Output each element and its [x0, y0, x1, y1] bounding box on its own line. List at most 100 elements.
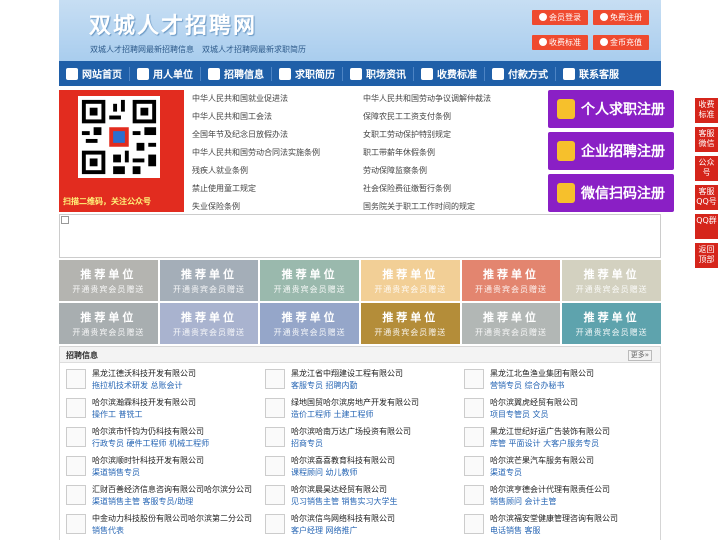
- company-name-link[interactable]: 黑龙江世纪好运广告装饰有限公司: [490, 426, 610, 437]
- law-link[interactable]: 全国年节及纪念日放假办法: [192, 129, 288, 140]
- company-name-link[interactable]: 绿地国贸哈尔滨房地产开发有限公司: [291, 397, 419, 408]
- recommended-unit-tile[interactable]: 推荐单位 开通贵宾会员赠送: [461, 260, 561, 301]
- job-positions-link[interactable]: 渠道销售主管 客服专员/助理: [92, 496, 193, 507]
- company-name-link[interactable]: 哈尔滨瀚霖科技开发有限公司: [92, 397, 196, 408]
- recommended-unit-tile[interactable]: 推荐单位 开通贵宾会员赠送: [360, 303, 460, 344]
- float-button[interactable]: QQ群: [695, 214, 718, 239]
- company-logo[interactable]: [265, 514, 285, 534]
- company-name-link[interactable]: 黑龙江德沃科技开发有限公司: [92, 368, 196, 379]
- company-name-link[interactable]: 黑龙江北鱼渔业集团有限公司: [490, 368, 594, 379]
- company-name-link[interactable]: 哈尔滨顺时针科技开发有限公司: [92, 455, 204, 466]
- job-positions-link[interactable]: 拖拉机技术研发 总账会计: [92, 380, 183, 391]
- company-name-link[interactable]: 哈尔滨喜喜教育科技有限公司: [291, 455, 395, 466]
- law-link[interactable]: 保障农民工工资支付条例: [363, 111, 451, 122]
- more-link[interactable]: 更多»: [627, 350, 652, 361]
- nav-resumes[interactable]: 求职简历: [272, 61, 342, 86]
- job-positions-link[interactable]: 电话销售 客服: [490, 525, 541, 536]
- law-link[interactable]: 中华人民共和国就业促进法: [192, 93, 288, 104]
- law-link[interactable]: 禁止使用童工规定: [192, 183, 256, 194]
- job-positions-link[interactable]: 招商专员: [291, 438, 323, 449]
- nav-payment[interactable]: 付款方式: [485, 61, 555, 86]
- law-link[interactable]: 职工带薪年休假条例: [363, 147, 435, 158]
- wechat-register-button[interactable]: 微信扫码注册: [548, 174, 674, 212]
- law-link[interactable]: 失业保险条例: [192, 201, 240, 212]
- float-button[interactable]: 返回顶部: [695, 243, 718, 268]
- company-logo[interactable]: [265, 398, 285, 418]
- company-logo[interactable]: [464, 485, 484, 505]
- company-logo[interactable]: [464, 398, 484, 418]
- law-link[interactable]: 残疾人就业条例: [192, 165, 248, 176]
- law-link[interactable]: 国务院关于职工工作时间的规定: [363, 201, 475, 212]
- nav-home[interactable]: 网站首页: [59, 61, 129, 86]
- recharge-button[interactable]: 金币充值: [593, 35, 649, 50]
- job-positions-link[interactable]: 销售顾问 会计主管: [490, 496, 557, 507]
- recommended-unit-tile[interactable]: 推荐单位 开通贵宾会员赠送: [159, 303, 259, 344]
- company-logo[interactable]: [66, 369, 86, 389]
- law-link[interactable]: 中华人民共和国劳动合同法实施条例: [192, 147, 320, 158]
- recommended-unit-tile[interactable]: 推荐单位 开通贵宾会员赠送: [562, 303, 661, 344]
- company-name-link[interactable]: 中金动力科技股份有限公司哈尔滨第二分公司: [92, 513, 252, 524]
- job-positions-link[interactable]: 课程顾问 幼儿教师: [291, 467, 358, 478]
- law-link[interactable]: 劳动保障监察条例: [363, 165, 427, 176]
- company-logo[interactable]: [464, 456, 484, 476]
- job-positions-link[interactable]: 造价工程师 土建工程师: [291, 409, 374, 420]
- job-positions-link[interactable]: 营销专员 综合办秘书: [490, 380, 565, 391]
- recommended-unit-tile[interactable]: 推荐单位 开通贵宾会员赠送: [360, 260, 460, 301]
- company-name-link[interactable]: 哈尔滨哈南万达广场投资有限公司: [291, 426, 411, 437]
- float-button[interactable]: 客服微信: [695, 127, 718, 152]
- register-button[interactable]: 免费注册: [593, 10, 649, 25]
- recommended-unit-tile[interactable]: 推荐单位 开通贵宾会员赠送: [260, 303, 359, 344]
- recommended-unit-tile[interactable]: 推荐单位 开通贵宾会员赠送: [260, 260, 359, 301]
- recommended-unit-tile[interactable]: 推荐单位 开通贵宾会员赠送: [59, 303, 158, 344]
- nav-fees[interactable]: 收费标准: [414, 61, 484, 86]
- company-logo[interactable]: [265, 456, 285, 476]
- company-name-link[interactable]: 哈尔滨芒果汽车服务有限公司: [490, 455, 594, 466]
- job-positions-link[interactable]: 渠道专员: [490, 467, 522, 478]
- company-name-link[interactable]: 哈尔滨福安堂健康管理咨询有限公司: [490, 513, 618, 524]
- company-name-link[interactable]: 哈尔滨晨昊达经贸有限公司: [291, 484, 387, 495]
- law-link[interactable]: 社会保险费征缴暂行条例: [363, 183, 451, 194]
- job-positions-link[interactable]: 行政专员 硬件工程师 机械工程师: [92, 438, 209, 449]
- company-name-link[interactable]: 哈尔滨信鸟网络科技有限公司: [291, 513, 395, 524]
- job-positions-link[interactable]: 见习销售主管 销售实习大学生: [291, 496, 398, 507]
- company-logo[interactable]: [464, 369, 484, 389]
- recommended-unit-tile[interactable]: 推荐单位 开通贵宾会员赠送: [59, 260, 158, 301]
- login-button[interactable]: 会员登录: [532, 10, 588, 25]
- law-link[interactable]: 女职工劳动保护特别规定: [363, 129, 451, 140]
- recommended-unit-tile[interactable]: 推荐单位 开通贵宾会员赠送: [461, 303, 561, 344]
- company-logo[interactable]: [265, 485, 285, 505]
- nav-employers[interactable]: 用人单位: [130, 61, 200, 86]
- site-title[interactable]: 双城人才招聘网: [89, 8, 257, 40]
- recommended-unit-tile[interactable]: 推荐单位 开通贵宾会员赠送: [159, 260, 259, 301]
- company-name-link[interactable]: 黑龙江省中翔建设工程有限公司: [291, 368, 403, 379]
- fees-button[interactable]: 收费标准: [532, 35, 588, 50]
- nav-jobs[interactable]: 招聘信息: [201, 61, 271, 86]
- company-logo[interactable]: [66, 427, 86, 447]
- nav-news[interactable]: 职场资讯: [343, 61, 413, 86]
- job-positions-link[interactable]: 库管 平面设计 大客户服务专员: [490, 438, 599, 449]
- job-positions-link[interactable]: 客服专员 招聘内勤: [291, 380, 358, 391]
- company-logo[interactable]: [66, 514, 86, 534]
- job-positions-link[interactable]: 渠道销售专员: [92, 467, 140, 478]
- ad-banner[interactable]: [59, 214, 661, 258]
- job-positions-link[interactable]: 客户经理 网络推广: [291, 525, 358, 536]
- company-logo[interactable]: [66, 456, 86, 476]
- law-link[interactable]: 中华人民共和国劳动争议调解仲裁法: [363, 93, 491, 104]
- company-name-link[interactable]: 哈尔滨翼虎经贸有限公司: [490, 397, 578, 408]
- company-logo[interactable]: [464, 427, 484, 447]
- company-name-link[interactable]: 哈尔滨市忏钧为仍科技有限公司: [92, 426, 204, 437]
- company-name-link[interactable]: 哈尔滨亨德会计代理有限责任公司: [490, 484, 610, 495]
- company-logo[interactable]: [265, 427, 285, 447]
- company-logo[interactable]: [464, 514, 484, 534]
- job-positions-link[interactable]: 销售代表: [92, 525, 124, 536]
- float-button[interactable]: 公众号: [695, 156, 718, 181]
- company-register-button[interactable]: 企业招聘注册: [548, 132, 674, 170]
- float-button[interactable]: 客服QQ号: [695, 185, 718, 210]
- company-logo[interactable]: [66, 485, 86, 505]
- float-button[interactable]: 收费标准: [695, 98, 718, 123]
- company-name-link[interactable]: 汇财百善经济信息咨询有限公司哈尔滨分公司: [92, 484, 252, 495]
- recommended-unit-tile[interactable]: 推荐单位 开通贵宾会员赠送: [562, 260, 661, 301]
- company-logo[interactable]: [66, 398, 86, 418]
- job-positions-link[interactable]: 操作工 普铣工: [92, 409, 143, 420]
- seeker-register-button[interactable]: 个人求职注册: [548, 90, 674, 128]
